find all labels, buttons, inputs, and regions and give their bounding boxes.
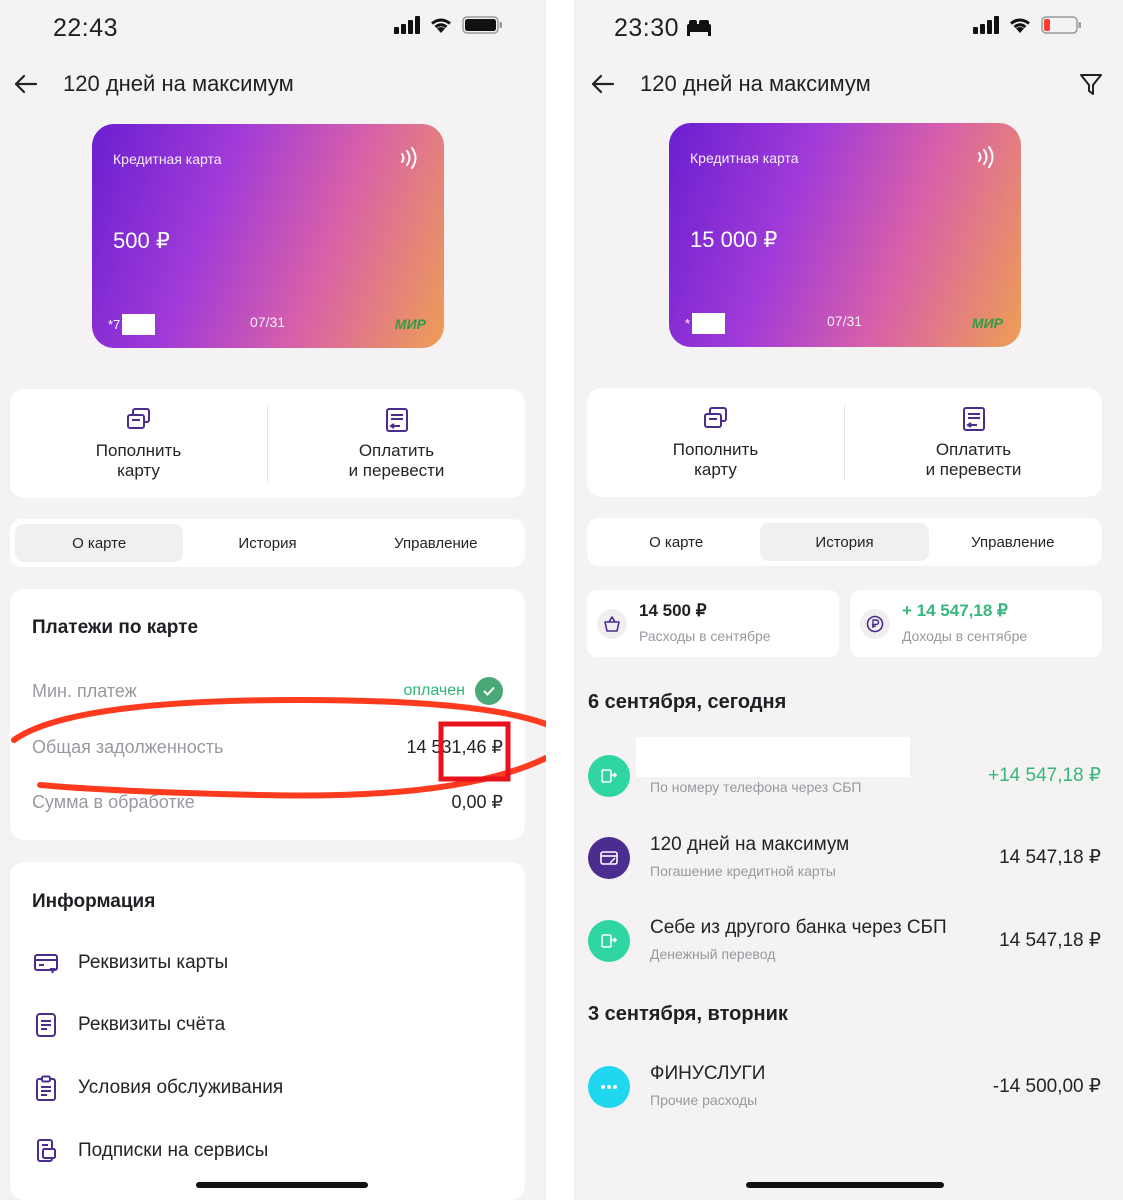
- subscription-icon: [37, 1139, 56, 1162]
- status-bar: 22:43: [0, 0, 546, 56]
- contactless-icon: [978, 146, 994, 168]
- expenses-summary[interactable]: 14 500 ₽ Расходы в сентябре: [587, 590, 839, 657]
- status-bar: 23:30: [574, 0, 1123, 56]
- sbp-icon: [588, 755, 630, 797]
- redaction: [122, 314, 156, 335]
- left-screen: 22:43 120 дней на максимум Кредитная кар…: [0, 0, 546, 1200]
- day-header: 3 сентября, вторник: [588, 1003, 788, 1025]
- ruble-icon: [860, 609, 890, 639]
- info-title: Информация: [32, 891, 156, 912]
- transaction-row[interactable]: Себе из другого банка через СБП Денежный…: [588, 911, 1101, 971]
- card-balance: 500 ₽: [113, 228, 170, 253]
- tab-management[interactable]: Управление: [929, 523, 1097, 561]
- min-payment-row: Мин. платеж оплачен: [32, 677, 503, 705]
- account-details-item[interactable]: Реквизиты счёта: [32, 1011, 225, 1039]
- card-expiry: 07/31: [250, 314, 286, 330]
- tab-history[interactable]: История: [760, 523, 929, 561]
- wifi-icon: [1010, 18, 1030, 33]
- top-up-button[interactable]: Пополнить карту: [10, 389, 267, 498]
- card-tabs: О карте История Управление: [587, 518, 1102, 566]
- pay-transfer-icon: [385, 408, 408, 432]
- battery-low-icon: [1041, 16, 1081, 34]
- mir-logo: МИР: [971, 315, 1003, 331]
- tab-about-card[interactable]: О карте: [15, 524, 184, 562]
- credit-card[interactable]: Кредитная карта 500 ₽ *7 07/31 МИР: [92, 124, 444, 348]
- service-terms-item[interactable]: Условия обслуживания: [32, 1074, 283, 1102]
- top-up-button[interactable]: Пополнить карту: [587, 388, 844, 497]
- card-details-icon: [34, 954, 58, 974]
- card-tabs: О карте История Управление: [10, 519, 525, 567]
- min-payment-status: оплачен: [403, 682, 465, 699]
- card-type-label: Кредитная карта: [113, 151, 222, 167]
- more-icon: [588, 1066, 630, 1108]
- card-expiry: 07/31: [827, 313, 863, 329]
- sbp-icon: [588, 920, 630, 962]
- card-number-mask: *7: [108, 314, 156, 335]
- clipboard-icon: [36, 1075, 56, 1101]
- top-bar: 120 дней на максимум: [574, 62, 1123, 108]
- back-arrow-icon[interactable]: [589, 70, 617, 98]
- pay-transfer-button[interactable]: Оплатить и перевести: [845, 388, 1102, 497]
- cellular-signal-icon: [394, 16, 420, 34]
- transaction-row[interactable]: ФИНУСЛУГИ Прочие расходы -14 500,00 ₽: [588, 1057, 1101, 1117]
- back-arrow-icon[interactable]: [12, 70, 40, 98]
- day-header: 6 сентября, сегодня: [588, 691, 787, 713]
- status-time: 22:43: [53, 14, 119, 42]
- home-indicator: [196, 1182, 368, 1188]
- credit-card[interactable]: Кредитная карта 15 000 ₽ * 07/31 МИР: [669, 123, 1021, 347]
- payments-title: Платежи по карте: [32, 617, 199, 638]
- battery-icon: [462, 16, 502, 34]
- processing-row: Сумма в обработке 0,00 ₽: [32, 792, 503, 812]
- status-time: 23:30: [614, 14, 680, 42]
- info-panel: Информация Реквизиты карты Реквизиты счё…: [10, 862, 525, 1200]
- transaction-row[interactable]: 120 дней на максимум Погашение кредитной…: [588, 828, 1101, 888]
- check-icon: [475, 677, 503, 705]
- right-screen: 23:30 120 дней на максимум Кредитная кар…: [574, 0, 1123, 1200]
- filter-icon[interactable]: [1077, 70, 1105, 98]
- cellular-signal-icon: [973, 16, 999, 34]
- top-bar: 120 дней на максимум: [0, 62, 546, 108]
- card-actions: Пополнить карту Оплатить и перевести: [587, 388, 1102, 497]
- card-type-label: Кредитная карта: [690, 150, 799, 166]
- card-balance: 15 000 ₽: [690, 227, 778, 252]
- card-actions: Пополнить карту Оплатить и перевести: [10, 389, 525, 498]
- mir-logo: МИР: [394, 316, 426, 332]
- sleep-bed-icon: [687, 20, 711, 36]
- total-debt-value: 14 531,46 ₽: [406, 737, 503, 757]
- top-up-icon: [703, 407, 727, 428]
- page-title: 120 дней на максимум: [640, 71, 871, 96]
- basket-icon: [597, 609, 627, 639]
- page-title: 120 дней на максимум: [63, 71, 294, 96]
- contactless-icon: [401, 147, 417, 169]
- income-summary[interactable]: + 14 547,18 ₽ Доходы в сентябре: [850, 590, 1102, 657]
- tab-about-card[interactable]: О карте: [592, 523, 760, 561]
- card-number-mask: *: [685, 313, 726, 334]
- transaction-row[interactable]: По номеру телефона через СБП +14 547,18 …: [588, 737, 1101, 806]
- tab-management[interactable]: Управление: [352, 524, 520, 562]
- total-debt-row: Общая задолженность 14 531,46 ₽: [32, 737, 503, 757]
- document-icon: [36, 1013, 56, 1037]
- payments-panel: Платежи по карте Мин. платеж оплачен Общ…: [10, 589, 525, 840]
- pay-transfer-button[interactable]: Оплатить и перевести: [268, 389, 525, 498]
- card-details-item[interactable]: Реквизиты карты: [32, 949, 228, 977]
- tab-history[interactable]: История: [183, 524, 351, 562]
- top-up-icon: [126, 408, 150, 429]
- subscriptions-item[interactable]: Подписки на сервисы: [32, 1137, 268, 1165]
- home-indicator: [746, 1182, 944, 1188]
- pay-transfer-icon: [962, 407, 985, 431]
- redaction: [692, 313, 726, 334]
- credit-card-icon: [588, 837, 630, 879]
- redaction: [636, 737, 910, 777]
- wifi-icon: [431, 18, 451, 33]
